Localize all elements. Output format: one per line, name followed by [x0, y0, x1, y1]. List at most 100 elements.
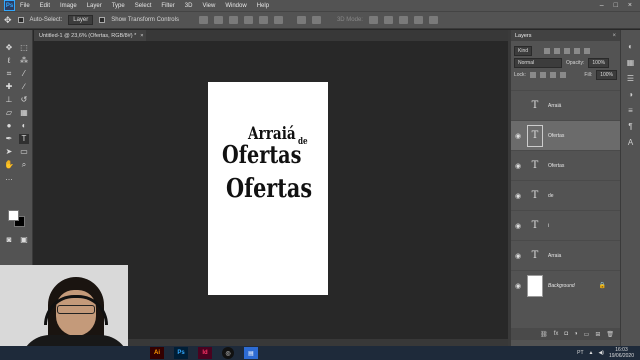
obs-taskbar-icon[interactable]: ◎ [222, 347, 234, 359]
stamp-tool-icon[interactable]: ⊥ [4, 95, 14, 105]
close-tab-icon[interactable]: × [140, 33, 143, 39]
3d-roll-icon[interactable] [383, 16, 393, 24]
clock[interactable]: 16:03 19/06/2020 [609, 347, 634, 359]
auto-select-target-dropdown[interactable]: Layer [68, 15, 94, 25]
language-indicator[interactable]: PT [577, 350, 583, 356]
distribute-icon[interactable] [296, 16, 306, 24]
menu-filter[interactable]: Filter [156, 3, 179, 9]
new-layer-icon[interactable]: ⊞ [595, 331, 600, 338]
brush-tool-icon[interactable]: ∕ [19, 82, 29, 92]
crop-tool-icon[interactable]: ⌗ [4, 69, 14, 79]
menu-layer[interactable]: Layer [82, 3, 107, 9]
lock-position-icon[interactable] [549, 72, 556, 78]
libraries-panel-icon[interactable]: ☰ [626, 74, 635, 83]
layer-row[interactable]: ◉ T Arraia [511, 240, 620, 270]
photoshop-taskbar-icon[interactable]: Ps [174, 347, 188, 359]
align-center-icon[interactable] [213, 16, 223, 24]
filter-shape-icon[interactable] [574, 48, 581, 54]
align-middle-icon[interactable] [258, 16, 268, 24]
path-selection-icon[interactable]: ➤ [4, 147, 14, 157]
trash-icon[interactable]: 🗑 [606, 331, 614, 338]
gradient-tool-icon[interactable]: ▦ [19, 108, 29, 118]
layers-tab[interactable]: Layers [515, 33, 532, 39]
align-top-icon[interactable] [243, 16, 253, 24]
align-right-icon[interactable] [228, 16, 238, 24]
3d-slide-icon[interactable] [413, 16, 423, 24]
zoom-tool-icon[interactable]: ⌕ [19, 160, 29, 170]
character-panel-icon[interactable]: A [626, 138, 635, 147]
layer-row-selected[interactable]: ◉ T Ofertas [511, 120, 620, 150]
blend-mode-dropdown[interactable]: Normal [514, 58, 562, 68]
lasso-tool-icon[interactable]: ℓ [4, 56, 14, 66]
rectangle-tool-icon[interactable]: ▭ [19, 147, 29, 157]
align-left-icon[interactable] [198, 16, 208, 24]
panel-close-icon[interactable]: × [612, 33, 616, 39]
3d-scale-icon[interactable] [428, 16, 438, 24]
lock-transparent-icon[interactable] [529, 72, 536, 78]
distribute-spacing-icon[interactable] [311, 16, 321, 24]
lock-all-icon[interactable] [559, 72, 566, 78]
more-tools-icon[interactable]: … [4, 173, 14, 183]
menu-help[interactable]: Help [252, 3, 274, 9]
eraser-tool-icon[interactable]: ▱ [4, 108, 14, 118]
move-tool-icon[interactable]: ✥ [4, 15, 12, 26]
canvas-text-ofertas-top[interactable]: Ofertas [222, 140, 301, 169]
menu-window[interactable]: Window [220, 3, 251, 9]
menu-select[interactable]: Select [130, 3, 157, 9]
volume-icon[interactable]: ◀) [598, 350, 604, 356]
layer-name[interactable]: Ofertas [548, 133, 564, 139]
layer-row[interactable]: ◉ T i [511, 210, 620, 240]
blur-tool-icon[interactable]: ● [4, 121, 14, 131]
menu-3d[interactable]: 3D [180, 3, 198, 9]
close-icon[interactable]: × [628, 2, 632, 9]
magic-wand-tool-icon[interactable]: ⁂ [19, 56, 29, 66]
filter-pixel-icon[interactable] [544, 48, 551, 54]
indesign-taskbar-icon[interactable]: Id [198, 347, 212, 359]
healing-tool-icon[interactable]: ✚ [4, 82, 14, 92]
layer-name[interactable]: Arraiá [548, 103, 561, 109]
3d-pan-icon[interactable] [398, 16, 408, 24]
layer-row[interactable]: ◉ T Ofertas [511, 150, 620, 180]
color-panel-icon[interactable]: ◐ [626, 42, 635, 51]
eye-icon[interactable]: ◉ [511, 222, 525, 230]
properties-panel-icon[interactable]: ≡ [626, 106, 635, 115]
show-transform-checkbox[interactable] [99, 17, 106, 23]
eye-icon[interactable]: ◉ [511, 252, 525, 260]
layer-row-background[interactable]: ◉ Background 🔒 [511, 270, 620, 300]
layer-name[interactable]: Ofertas [548, 163, 564, 169]
history-brush-icon[interactable]: ↺ [19, 95, 29, 105]
document-canvas[interactable]: Arraiá de Ofertas Ofertas [208, 82, 328, 295]
layer-name[interactable]: Arraia [548, 253, 561, 259]
filter-type-icon[interactable] [564, 48, 571, 54]
foreground-color-swatch[interactable] [8, 210, 19, 221]
layer-name[interactable]: i [548, 223, 549, 229]
marquee-tool-icon[interactable]: ⬚ [19, 43, 29, 53]
link-layers-icon[interactable]: ⛓ [540, 331, 548, 338]
adjustments-panel-icon[interactable]: ◑ [626, 90, 635, 99]
maximize-icon[interactable]: □ [614, 2, 618, 9]
layer-name[interactable]: de [548, 193, 554, 199]
pen-tool-icon[interactable]: ✒ [4, 134, 14, 144]
eye-icon[interactable]: ◉ [511, 132, 525, 140]
paragraph-panel-icon[interactable]: ¶ [626, 122, 635, 131]
layer-row[interactable]: ◉ T de [511, 180, 620, 210]
illustrator-taskbar-icon[interactable]: Ai [150, 347, 164, 359]
menu-view[interactable]: View [197, 3, 220, 9]
fill-field[interactable]: 100% [596, 70, 617, 80]
eye-icon[interactable]: ◉ [511, 192, 525, 200]
filter-adjustment-icon[interactable] [554, 48, 561, 54]
dodge-tool-icon[interactable]: ◐ [19, 121, 29, 131]
add-mask-icon[interactable]: ◘ [564, 331, 568, 337]
minimize-icon[interactable]: – [600, 2, 604, 9]
eye-icon[interactable]: ◉ [511, 282, 525, 290]
align-bottom-icon[interactable] [273, 16, 283, 24]
quick-mask-icon[interactable]: ◙ [4, 235, 14, 245]
move-tool-icon[interactable]: ✥ [4, 43, 14, 53]
screen-mode-icon[interactable]: ▣ [19, 235, 29, 245]
3d-orbit-icon[interactable] [368, 16, 378, 24]
adjustment-layer-icon[interactable]: ◑ [574, 331, 578, 337]
explorer-taskbar-icon[interactable]: ▤ [244, 347, 258, 359]
fx-icon[interactable]: fx [554, 331, 559, 337]
opacity-field[interactable]: 100% [588, 58, 610, 68]
menu-type[interactable]: Type [107, 3, 130, 9]
